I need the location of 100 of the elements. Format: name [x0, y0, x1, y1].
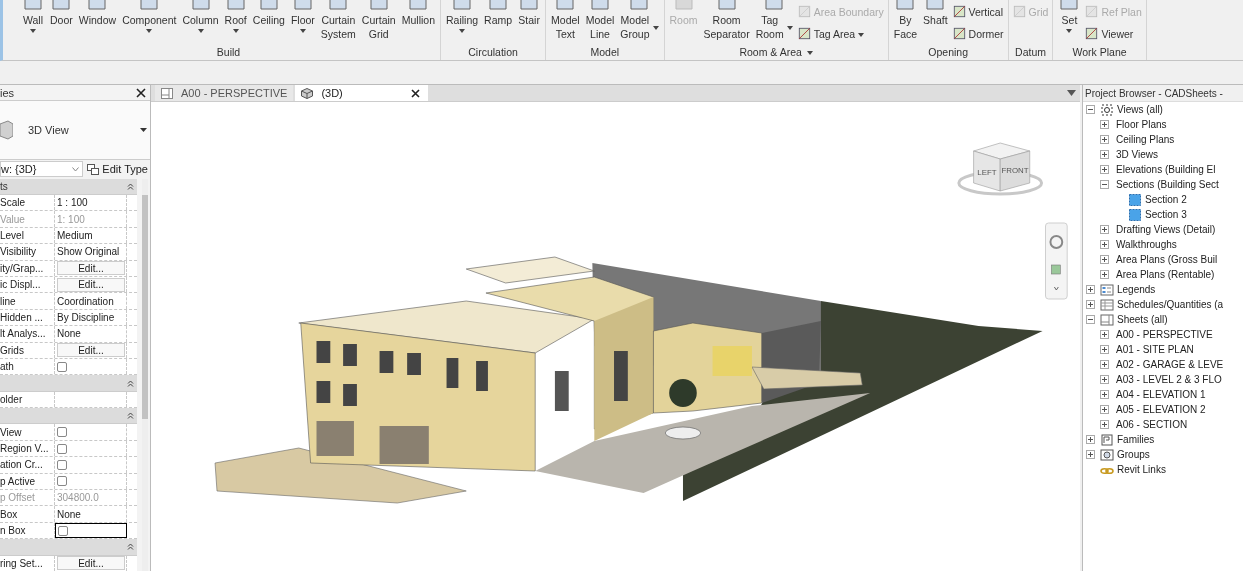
tree-item[interactable]: Section 2	[1145, 194, 1187, 205]
expand-icon[interactable]	[1100, 405, 1109, 414]
ribbon-tool-button[interactable]: Column	[180, 0, 221, 45]
ribbon-tool-button[interactable]: Stair	[516, 0, 543, 45]
tree-item[interactable]: A05 - ELEVATION 2	[1116, 404, 1206, 415]
ribbon-tool-button[interactable]: Set	[1056, 0, 1083, 45]
navigation-bar[interactable]	[1045, 222, 1068, 300]
tree-item[interactable]: A01 - SITE PLAN	[1116, 344, 1194, 355]
tree-item[interactable]: Legends	[1117, 284, 1156, 295]
scrollbar[interactable]	[142, 178, 148, 571]
viewcube[interactable]: LEFT FRONT	[957, 142, 1044, 196]
edit-button[interactable]: Edit...	[57, 343, 125, 358]
ribbon-tool-button[interactable]: Curtain System	[318, 0, 358, 45]
tree-item[interactable]: A04 - ELEVATION 1	[1116, 389, 1206, 400]
ribbon-tool-button[interactable]: Window	[76, 0, 119, 45]
ribbon-tool-button[interactable]: Railing	[444, 0, 481, 45]
tree-item[interactable]: A06 - SECTION	[1116, 419, 1188, 430]
expand-icon[interactable]	[1086, 435, 1095, 444]
expand-icon[interactable]	[1100, 330, 1109, 339]
tree-item[interactable]: Area Plans (Rentable)	[1116, 269, 1215, 280]
checkbox[interactable]	[57, 427, 67, 438]
ribbon-tool-button[interactable]: Roof	[222, 0, 249, 45]
tree-item[interactable]: Area Plans (Gross Buil	[1116, 254, 1218, 265]
ribbon-tool-button[interactable]: Ramp	[482, 0, 515, 45]
tree-item[interactable]: Schedules/Quantities (a	[1117, 299, 1224, 310]
group-label: Circulation	[468, 46, 518, 58]
expand-icon[interactable]	[1086, 450, 1095, 459]
close-icon[interactable]	[410, 88, 420, 98]
expand-icon[interactable]	[1086, 300, 1095, 309]
ribbon-tool-button[interactable]: Model Group	[618, 0, 661, 45]
ribbon-tool-button[interactable]: Tag Room	[753, 0, 795, 45]
tree-item[interactable]: Drafting Views (Detail)	[1116, 224, 1216, 235]
checkbox[interactable]	[57, 443, 67, 454]
expand-icon[interactable]	[1100, 420, 1109, 429]
collapse-icon[interactable]	[1100, 180, 1109, 189]
ribbon-tool-button[interactable]: Curtain Grid	[359, 0, 398, 45]
section-header[interactable]: ts	[0, 178, 137, 195]
instance-dropdown[interactable]: w: {3D}	[0, 161, 84, 178]
tree-item[interactable]: Groups	[1117, 449, 1150, 460]
tree-item[interactable]: Floor Plans	[1116, 119, 1167, 130]
ribbon-tool-button[interactable]: Mullion	[399, 0, 437, 45]
edit-type-button[interactable]: Edit Type	[87, 163, 148, 176]
tree-item[interactable]: Revit Links	[1117, 464, 1166, 475]
checkbox[interactable]	[57, 361, 67, 372]
edit-button[interactable]: Edit...	[57, 556, 125, 571]
checkbox[interactable]	[57, 459, 67, 470]
ribbon-tool-button[interactable]: Vertical	[951, 2, 1005, 21]
tree-item[interactable]: Sections (Building Sect	[1116, 179, 1219, 190]
expand-icon[interactable]	[1100, 240, 1109, 249]
expand-icon[interactable]	[1100, 225, 1109, 234]
expand-icon[interactable]	[1100, 135, 1109, 144]
expand-icon[interactable]	[1100, 345, 1109, 354]
ribbon-tool-button[interactable]: Wall	[20, 0, 46, 45]
expand-icon[interactable]	[1100, 360, 1109, 369]
ribbon-tool-button[interactable]: Viewer	[1084, 24, 1143, 43]
ribbon-tool-button[interactable]: By Face	[891, 0, 920, 45]
property-field[interactable]	[55, 522, 127, 539]
close-button[interactable]	[136, 87, 146, 98]
tree-item[interactable]: Families	[1117, 434, 1155, 445]
ribbon-tool-button[interactable]: Model Line	[583, 0, 617, 45]
expand-icon[interactable]	[1100, 375, 1109, 384]
ribbon-tool-button[interactable]: Component	[120, 0, 179, 45]
checkbox[interactable]	[57, 476, 67, 487]
tree-item[interactable]: 3D Views	[1116, 149, 1159, 160]
expand-icon[interactable]	[1100, 150, 1109, 159]
tree-item[interactable]: A02 - GARAGE & LEVE	[1116, 359, 1224, 370]
edit-button[interactable]: Edit...	[57, 261, 125, 276]
tree-item[interactable]: Walkthroughs	[1116, 239, 1177, 250]
expand-icon[interactable]	[1100, 120, 1109, 129]
ribbon-tool-button[interactable]: Door	[48, 0, 75, 45]
expand-icon[interactable]	[1100, 270, 1109, 279]
ribbon-tool-button[interactable]: Shaft	[921, 0, 950, 45]
caret-icon[interactable]	[806, 51, 813, 55]
tree-item[interactable]: Ceiling Plans	[1116, 134, 1175, 145]
tree-item[interactable]: Elevations (Building El	[1116, 164, 1216, 175]
type-selector[interactable]: 3D View	[0, 101, 150, 160]
dropdown-icon[interactable]	[1067, 90, 1076, 96]
collapse-icon[interactable]	[1086, 105, 1095, 114]
ribbon-tool-button[interactable]: Room Separator	[701, 0, 752, 45]
expand-icon[interactable]	[1100, 165, 1109, 174]
tree-item[interactable]: Views (all)	[1117, 104, 1163, 115]
ribbon-tool-button[interactable]: Tag Area	[796, 24, 885, 43]
viewcube-face-label[interactable]: LEFT	[977, 167, 997, 177]
ribbon-tool-button[interactable]: Model Text	[549, 0, 582, 45]
expand-icon[interactable]	[1100, 255, 1109, 264]
tree-item[interactable]: Section 3	[1145, 209, 1187, 220]
tree-item[interactable]: Sheets (all)	[1117, 314, 1168, 325]
view-tab[interactable]: (3D)	[295, 85, 428, 101]
ribbon-tool-button[interactable]: Dormer	[951, 24, 1005, 43]
expand-icon[interactable]	[1100, 390, 1109, 399]
collapse-icon[interactable]	[1086, 315, 1095, 324]
tree-item[interactable]: A00 - PERSPECTIVE	[1116, 329, 1213, 340]
view-tab[interactable]: A00 - PERSPECTIVE	[155, 85, 294, 101]
expand-icon[interactable]	[1086, 285, 1095, 294]
ribbon-tool-button[interactable]: Ceiling	[250, 0, 287, 45]
edit-button[interactable]: Edit...	[57, 277, 125, 292]
tree-item[interactable]: A03 - LEVEL 2 & 3 FLO	[1116, 374, 1222, 385]
checkbox[interactable]	[58, 525, 68, 536]
ribbon-tool-button[interactable]: Floor	[288, 0, 317, 45]
scrollbar-thumb[interactable]	[142, 194, 148, 419]
